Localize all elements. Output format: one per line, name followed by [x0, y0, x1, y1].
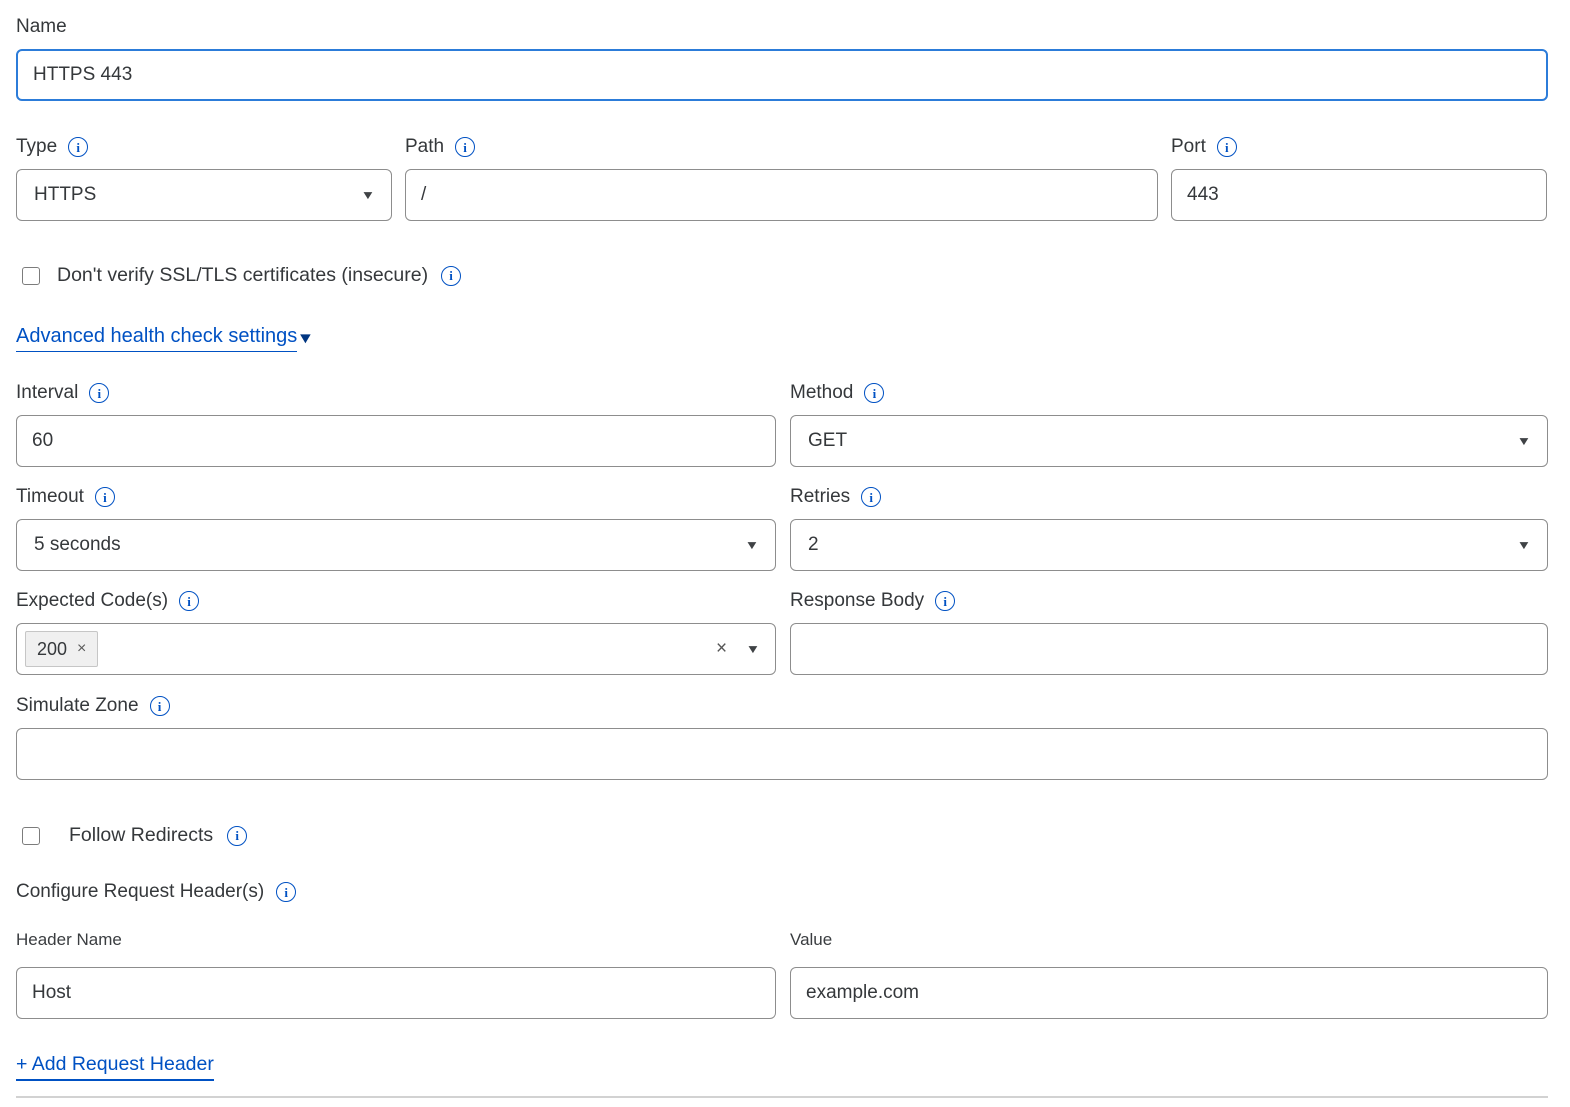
header-value-label: Value — [790, 930, 832, 950]
caret-down-icon[interactable]: ▼ — [297, 331, 315, 346]
interval-method-row: Interval i Method i GET ▼ — [16, 382, 1548, 467]
interval-info-icon[interactable]: i — [89, 383, 109, 403]
add-header-row: + Add Request Header — [16, 1053, 1548, 1081]
expected-codes-field: Expected Code(s) i 200 × × ▼ — [16, 590, 776, 675]
type-info-icon[interactable]: i — [68, 137, 88, 157]
request-headers-title: Configure Request Header(s) — [16, 881, 264, 903]
chevron-down-icon: ▼ — [745, 539, 760, 551]
ssl-verify-info-icon[interactable]: i — [441, 266, 461, 286]
chevron-down-icon[interactable]: ▼ — [746, 643, 761, 655]
simulate-zone-field: Simulate Zone i — [16, 695, 1548, 780]
ssl-verify-row: Don't verify SSL/TLS certificates (insec… — [16, 264, 1548, 287]
header-name-field: Header Name — [16, 930, 776, 1019]
advanced-settings-row: Advanced health check settings ▼ — [16, 325, 1548, 352]
retries-info-icon[interactable]: i — [861, 487, 881, 507]
follow-redirects-row: Follow Redirects i — [16, 824, 1548, 847]
interval-field: Interval i — [16, 382, 776, 467]
timeout-info-icon[interactable]: i — [95, 487, 115, 507]
follow-redirects-checkbox[interactable] — [22, 827, 40, 845]
method-select-value: GET — [808, 430, 847, 452]
method-info-icon[interactable]: i — [864, 383, 884, 403]
follow-redirects-label: Follow Redirects — [69, 824, 213, 847]
port-info-icon[interactable]: i — [1217, 137, 1237, 157]
timeout-select[interactable]: 5 seconds ▼ — [16, 519, 776, 571]
name-field: Name — [16, 16, 1548, 101]
header-name-label: Header Name — [16, 930, 122, 950]
response-body-info-icon[interactable]: i — [935, 591, 955, 611]
timeout-label: Timeout — [16, 486, 84, 508]
timeout-select-value: 5 seconds — [34, 534, 121, 556]
type-field: Type i HTTPS ▼ — [16, 136, 392, 221]
code-tag-value: 200 — [37, 639, 67, 660]
simulate-zone-label: Simulate Zone — [16, 695, 139, 717]
header-value-field: Value — [790, 930, 1548, 1019]
port-field: Port i — [1171, 136, 1547, 221]
header-name-input[interactable] — [16, 967, 776, 1019]
name-label: Name — [16, 16, 1548, 38]
response-body-label: Response Body — [790, 590, 924, 612]
path-field: Path i — [405, 136, 1158, 221]
codes-response-row: Expected Code(s) i 200 × × ▼ Response Bo… — [16, 590, 1548, 675]
expected-codes-info-icon[interactable]: i — [179, 591, 199, 611]
path-info-icon[interactable]: i — [455, 137, 475, 157]
retries-select[interactable]: 2 ▼ — [790, 519, 1548, 571]
request-headers-section-label: Configure Request Header(s) i — [16, 881, 1548, 903]
follow-redirects-info-icon[interactable]: i — [227, 826, 247, 846]
name-input[interactable] — [16, 49, 1548, 101]
add-request-header-link[interactable]: + Add Request Header — [16, 1053, 214, 1081]
type-label: Type — [16, 136, 57, 158]
response-body-input[interactable] — [790, 623, 1548, 675]
timeout-retries-row: Timeout i 5 seconds ▼ Retries i 2 ▼ — [16, 486, 1548, 571]
type-select[interactable]: HTTPS ▼ — [16, 169, 392, 221]
clear-all-icon[interactable]: × — [716, 638, 727, 660]
method-select[interactable]: GET ▼ — [790, 415, 1548, 467]
name-label-text: Name — [16, 16, 67, 38]
simulate-zone-info-icon[interactable]: i — [150, 696, 170, 716]
timeout-field: Timeout i 5 seconds ▼ — [16, 486, 776, 571]
retries-select-value: 2 — [808, 534, 819, 556]
path-label: Path — [405, 136, 444, 158]
type-path-port-row: Type i HTTPS ▼ Path i Port i — [16, 136, 1548, 221]
header-value-input[interactable] — [790, 967, 1548, 1019]
chevron-down-icon: ▼ — [1517, 435, 1532, 447]
method-label: Method — [790, 382, 853, 404]
interval-input[interactable] — [16, 415, 776, 467]
interval-label: Interval — [16, 382, 78, 404]
retries-field: Retries i 2 ▼ — [790, 486, 1548, 571]
simulate-zone-input[interactable] — [16, 728, 1548, 780]
request-headers-info-icon[interactable]: i — [276, 882, 296, 902]
type-select-value: HTTPS — [34, 184, 96, 206]
chevron-down-icon: ▼ — [361, 189, 376, 201]
remove-tag-icon[interactable]: × — [77, 640, 86, 658]
method-field: Method i GET ▼ — [790, 382, 1548, 467]
chevron-down-icon: ▼ — [1517, 539, 1532, 551]
code-tag: 200 × — [25, 631, 98, 667]
path-input[interactable] — [405, 169, 1158, 221]
header-row: Header Name Value — [16, 930, 1548, 1019]
ssl-verify-checkbox[interactable] — [22, 267, 40, 285]
section-divider — [16, 1096, 1548, 1098]
expected-codes-multiselect[interactable]: 200 × × ▼ — [16, 623, 776, 675]
ssl-verify-label: Don't verify SSL/TLS certificates (insec… — [57, 264, 428, 287]
port-label: Port — [1171, 136, 1206, 158]
expected-codes-label: Expected Code(s) — [16, 590, 168, 612]
advanced-settings-link[interactable]: Advanced health check settings — [16, 325, 297, 352]
port-input[interactable] — [1171, 169, 1547, 221]
response-body-field: Response Body i — [790, 590, 1548, 675]
retries-label: Retries — [790, 486, 850, 508]
